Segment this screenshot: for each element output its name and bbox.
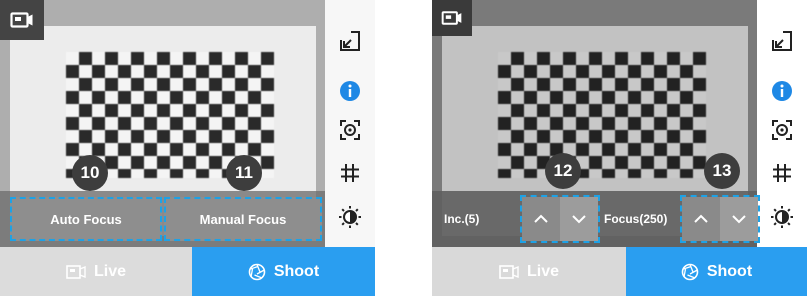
checkerboard-pattern — [498, 52, 706, 178]
increment-up-button[interactable] — [522, 197, 560, 241]
callout-badge-focus: 13 — [704, 153, 740, 189]
manual-focus-button[interactable]: Manual Focus — [164, 197, 322, 241]
callout-badge-auto-focus: 10 — [72, 155, 108, 191]
live-label: Live — [93, 262, 126, 280]
info-icon[interactable] — [757, 73, 807, 109]
live-tab[interactable]: Live — [0, 247, 192, 296]
callout-badge-increment: 12 — [545, 153, 581, 189]
focus-target-icon[interactable] — [325, 112, 375, 148]
side-toolbar — [757, 0, 807, 247]
video-camera-icon[interactable] — [432, 0, 472, 36]
manual-focus-label: Manual Focus — [199, 211, 287, 227]
increment-label: Inc.(5) — [444, 212, 480, 226]
auto-focus-label: Auto Focus — [50, 211, 122, 227]
side-toolbar — [325, 0, 375, 247]
increment-stepper — [520, 195, 600, 243]
auto-focus-button[interactable]: Auto Focus — [10, 197, 162, 241]
video-camera-icon[interactable] — [0, 0, 44, 40]
focus-up-button[interactable] — [682, 197, 720, 241]
shoot-label: Shoot — [706, 262, 753, 280]
external-link-icon[interactable] — [757, 23, 807, 59]
camera-panel-manual-focus: Inc.(5) Focus(250) 12 13 Live Shoot — [432, 0, 807, 296]
aperture-icon — [248, 263, 266, 280]
focus-stepper — [680, 195, 760, 243]
shoot-label: Shoot — [273, 262, 320, 280]
info-icon[interactable] — [325, 73, 375, 109]
grid-hash-icon[interactable] — [757, 155, 807, 191]
chevron-up-icon — [694, 214, 708, 223]
grid-hash-icon[interactable] — [325, 155, 375, 191]
callout-badge-manual-focus: 11 — [226, 155, 262, 191]
external-link-icon[interactable] — [325, 23, 375, 59]
brightness-icon[interactable] — [325, 199, 375, 235]
shoot-button[interactable]: Shoot — [192, 247, 375, 296]
brightness-icon[interactable] — [757, 199, 807, 235]
live-tab[interactable]: Live — [432, 247, 626, 296]
increment-down-button[interactable] — [560, 197, 598, 241]
manual-focus-controls: Inc.(5) Focus(250) — [432, 191, 760, 247]
chevron-up-icon — [534, 214, 548, 223]
chevron-down-icon — [572, 215, 586, 224]
focus-mode-controls: Auto Focus Manual Focus — [0, 191, 325, 247]
chevron-down-icon — [732, 215, 746, 224]
aperture-icon — [681, 263, 699, 280]
live-camera-icon — [499, 264, 519, 279]
camera-panel-auto-focus: Auto Focus Manual Focus 10 11 Live Shoot — [0, 0, 375, 296]
focus-target-icon[interactable] — [757, 112, 807, 148]
live-camera-icon — [66, 264, 86, 279]
focus-down-button[interactable] — [720, 197, 758, 241]
focus-value-label: Focus(250) — [604, 212, 668, 226]
bottom-bar: Live Shoot — [432, 247, 807, 296]
live-label: Live — [526, 262, 559, 280]
bottom-bar: Live Shoot — [0, 247, 375, 296]
shoot-button[interactable]: Shoot — [626, 247, 807, 296]
